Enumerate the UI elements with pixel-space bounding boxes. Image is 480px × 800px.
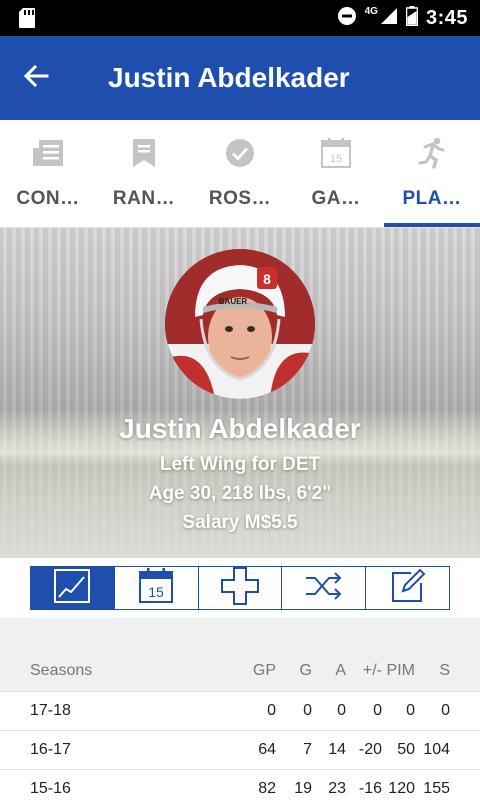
stats-spacer xyxy=(0,618,480,650)
tab-bar: CON… RAN… ROS… 15 GA… PLA… xyxy=(0,120,480,228)
a-cell: 14 xyxy=(328,741,346,758)
arrow-back-icon xyxy=(23,63,49,94)
calendar-day: 15 xyxy=(330,153,342,165)
season-cell: 16-17 xyxy=(30,741,71,758)
table-row: 17-18 0 0 0 0 0 0 xyxy=(0,692,480,731)
a-cell: 0 xyxy=(337,702,346,719)
player-bio: Age 30, 218 lbs, 6'2" xyxy=(148,483,332,504)
player-hero: 8 BAUER Justin Abdelkader Left Wing for … xyxy=(0,228,480,558)
edit-icon xyxy=(389,567,427,610)
back-button[interactable] xyxy=(14,56,58,100)
column-header-seasons: Seasons xyxy=(30,661,93,679)
s-cell: 0 xyxy=(441,702,450,719)
a-cell: 23 xyxy=(328,780,346,797)
avatar: 8 BAUER xyxy=(165,249,315,399)
signal-icon xyxy=(380,7,398,30)
shuffle-icon xyxy=(305,571,343,606)
column-header-gp: GP xyxy=(252,661,276,679)
calendar-day: 15 xyxy=(148,584,164,600)
do-not-disturb-icon xyxy=(337,6,357,31)
gp-cell: 64 xyxy=(258,741,276,758)
column-header-s: S xyxy=(439,661,450,679)
season-cell: 15-16 xyxy=(30,780,71,797)
status-bar: 4G 3:45 xyxy=(0,0,480,36)
schedule-button[interactable]: 15 xyxy=(114,567,199,609)
app-bar: Justin Abdelkader xyxy=(0,36,480,120)
player-position: Left Wing for DET xyxy=(159,454,321,475)
g-cell: 0 xyxy=(303,702,312,719)
stats-chart-button[interactable] xyxy=(31,567,115,609)
view-toggle-bar: 15 xyxy=(0,558,480,618)
clock: 3:45 xyxy=(425,6,468,29)
runner-icon xyxy=(417,136,447,170)
plus-minus-cell: -20 xyxy=(358,741,382,758)
tab-roster[interactable]: ROS… xyxy=(192,120,288,227)
tab-contracts[interactable]: CON… xyxy=(0,120,96,227)
table-row: 16-17 64 7 14 -20 50 104 xyxy=(0,731,480,770)
column-header-a: A xyxy=(335,661,346,679)
tab-label: RAN… xyxy=(112,188,176,209)
tab-games[interactable]: 15 GA… xyxy=(288,120,384,227)
player-name: Justin Abdelkader xyxy=(119,413,361,444)
transactions-button[interactable] xyxy=(282,567,367,609)
column-header-g: G xyxy=(299,661,312,679)
tab-label: GA… xyxy=(311,188,361,209)
tab-label: PLA… xyxy=(402,188,462,209)
network-type: 4G xyxy=(364,5,378,17)
health-button[interactable] xyxy=(198,566,283,610)
plus-minus-cell: 0 xyxy=(373,702,382,719)
calendar-icon: 15 xyxy=(321,136,351,170)
season-cell: 17-18 xyxy=(30,702,71,719)
pim-cell: 0 xyxy=(406,702,415,719)
tab-label: CON… xyxy=(16,188,80,209)
g-cell: 19 xyxy=(294,780,312,797)
battery-icon xyxy=(405,5,419,31)
column-header-plus-minus: +/- xyxy=(362,661,382,679)
helmet-brand: BAUER xyxy=(219,297,248,306)
g-cell: 7 xyxy=(303,741,312,758)
s-cell: 104 xyxy=(423,741,450,758)
pim-cell: 120 xyxy=(388,780,415,797)
news-icon xyxy=(32,136,64,170)
tab-rankings[interactable]: RAN… xyxy=(96,120,192,227)
table-header: Seasons GP G A +/- PIM S xyxy=(0,650,480,692)
gp-cell: 82 xyxy=(258,780,276,797)
bookmark-icon xyxy=(132,136,156,170)
gp-cell: 0 xyxy=(267,702,276,719)
notes-button[interactable] xyxy=(366,567,449,609)
player-salary: Salary M$5.5 xyxy=(182,512,298,533)
page-title: Justin Abdelkader xyxy=(108,62,350,93)
sd-card-icon xyxy=(18,7,36,34)
pim-cell: 50 xyxy=(397,741,415,758)
check-circle-icon xyxy=(225,136,255,170)
tab-label: ROS… xyxy=(208,188,272,209)
calendar-icon: 15 xyxy=(138,567,174,609)
stats-table: Seasons GP G A +/- PIM S 17-18 0 0 0 0 0… xyxy=(0,618,480,800)
column-header-pim: PIM xyxy=(386,661,415,679)
s-cell: 155 xyxy=(423,780,450,797)
line-chart-icon xyxy=(54,568,91,608)
tab-player[interactable]: PLA… xyxy=(384,120,480,227)
jersey-number: 8 xyxy=(263,271,271,287)
view-toggle: 15 xyxy=(30,566,450,610)
plus-minus-cell: -16 xyxy=(358,780,382,797)
table-row: 15-16 82 19 23 -16 120 155 xyxy=(0,770,480,800)
plus-icon xyxy=(220,566,259,610)
